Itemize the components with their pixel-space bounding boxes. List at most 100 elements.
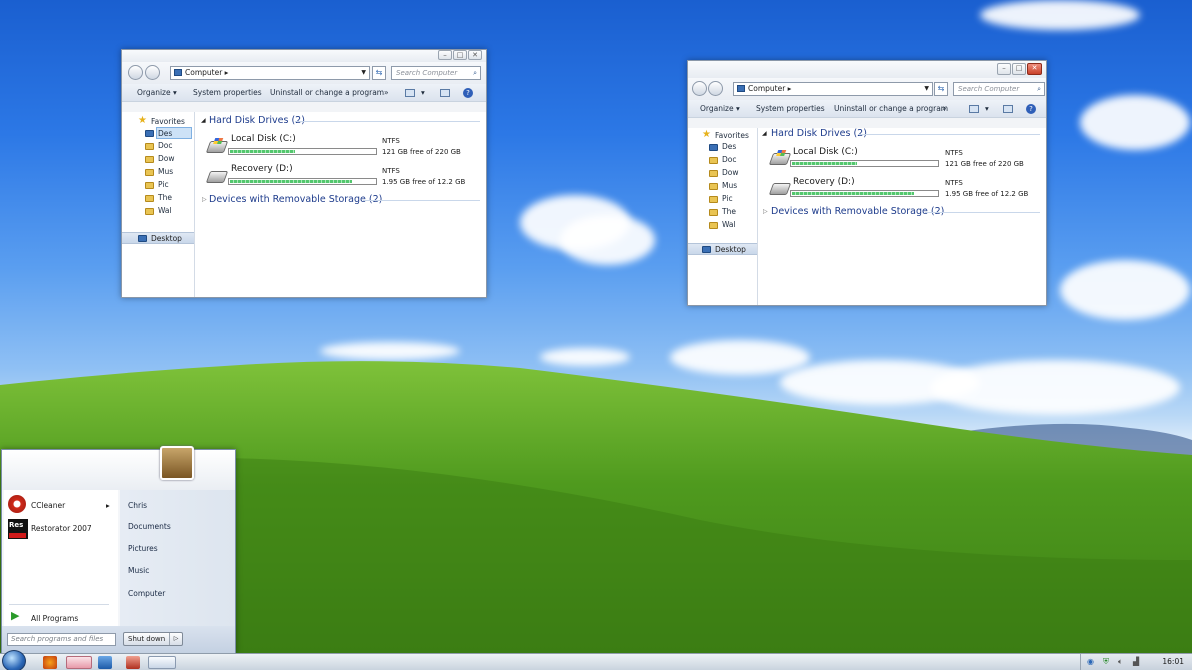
nav-item-wal[interactable]: Wal: [158, 205, 172, 217]
chevron-down-icon[interactable]: ▾: [985, 100, 989, 118]
favorites-link[interactable]: Favorites: [715, 131, 749, 140]
drive-c-icon[interactable]: [205, 141, 229, 153]
back-arrow-icon[interactable]: [692, 81, 707, 96]
explorer-task-icon[interactable]: [148, 656, 176, 669]
place-computer[interactable]: Computer: [128, 589, 165, 598]
start-search-input[interactable]: Search programs and files: [7, 633, 116, 646]
program-restorator[interactable]: Restorator 2007: [31, 524, 92, 533]
back-arrow-icon[interactable]: [128, 65, 143, 80]
chevron-down-icon[interactable]: ▼: [361, 67, 366, 79]
nav-item-mus[interactable]: Mus: [158, 166, 173, 178]
nav-item-des[interactable]: Des: [156, 127, 192, 139]
nav-item-pic[interactable]: Pic: [158, 179, 169, 191]
group-removable[interactable]: Devices with Removable Storage (2): [209, 194, 382, 205]
uninstall-button[interactable]: Uninstall or change a program: [270, 84, 384, 102]
start-button[interactable]: [2, 650, 26, 670]
nav-item-the[interactable]: The: [722, 206, 736, 218]
nav-item-the[interactable]: The: [158, 192, 172, 204]
uninstall-button[interactable]: Uninstall or change a program: [834, 100, 948, 118]
chevron-down-icon[interactable]: ▼: [924, 83, 929, 95]
program-ccleaner[interactable]: CCleaner: [31, 501, 65, 510]
chevron-down-icon[interactable]: ▾: [421, 84, 425, 102]
flower-app-icon[interactable]: [66, 656, 92, 669]
explorer-window-1[interactable]: – □ ✕ Computer ▸ ▼ ⇆ Search Computer ⌕ O…: [121, 49, 487, 298]
shutdown-button[interactable]: Shut down ▷: [123, 632, 183, 646]
drive-d-fs: NTFS: [945, 179, 963, 187]
group-hdd[interactable]: Hard Disk Drives (2): [771, 128, 867, 139]
title-bar[interactable]: – □ ✕: [122, 50, 486, 62]
all-programs-button[interactable]: All Programs: [31, 614, 78, 623]
desktop-nav-item[interactable]: Desktop: [688, 243, 757, 255]
nav-item-doc[interactable]: Doc: [158, 140, 173, 152]
submenu-arrow-icon[interactable]: ▸: [106, 501, 110, 510]
minimize-button[interactable]: –: [438, 50, 452, 60]
nav-item-wal[interactable]: Wal: [722, 219, 736, 231]
all-programs-arrow-icon[interactable]: ▶: [11, 609, 19, 622]
nav-item-dow[interactable]: Dow: [722, 167, 739, 179]
help-icon[interactable]: ?: [463, 88, 473, 98]
organize-button[interactable]: Organize ▾: [137, 84, 177, 102]
nav-item-mus[interactable]: Mus: [722, 180, 737, 192]
favorites-link[interactable]: Favorites: [151, 117, 185, 126]
view-options-icon[interactable]: [969, 105, 979, 113]
nav-item-doc[interactable]: Doc: [722, 154, 737, 166]
group-hdd[interactable]: Hard Disk Drives (2): [209, 115, 305, 126]
preview-pane-icon[interactable]: [1003, 105, 1013, 113]
title-bar[interactable]: – □ ✕: [688, 61, 1046, 78]
drive-c-icon[interactable]: [768, 153, 792, 165]
drive-d-icon[interactable]: [768, 183, 792, 195]
refresh-icon[interactable]: ⇆: [372, 66, 386, 80]
place-documents[interactable]: Documents: [128, 522, 171, 531]
close-button[interactable]: ✕: [1027, 63, 1042, 75]
desktop-nav-item[interactable]: Desktop: [122, 232, 194, 244]
organize-button[interactable]: Organize ▾: [700, 100, 740, 118]
search-icon[interactable]: ⌕: [473, 67, 477, 79]
help-icon[interactable]: ?: [1026, 104, 1036, 114]
drive-c-name[interactable]: Local Disk (C:): [793, 147, 858, 157]
drive-d-icon[interactable]: [205, 171, 229, 183]
forward-arrow-icon[interactable]: [145, 65, 160, 80]
drive-d-name[interactable]: Recovery (D:): [231, 164, 293, 174]
search-input[interactable]: Search Computer ⌕: [391, 66, 481, 80]
app-blue-icon[interactable]: [98, 656, 112, 669]
maximize-button[interactable]: □: [453, 50, 467, 60]
network-icon[interactable]: ◉: [1087, 657, 1094, 666]
expand-arrow-icon[interactable]: ▷: [763, 208, 768, 215]
forward-arrow-icon[interactable]: [708, 81, 723, 96]
place-music[interactable]: Music: [128, 566, 149, 575]
user-avatar[interactable]: [160, 446, 194, 480]
drive-d-name[interactable]: Recovery (D:): [793, 177, 855, 187]
volume-icon[interactable]: 🔈︎: [1118, 657, 1123, 667]
app-red-icon[interactable]: [126, 656, 140, 669]
signal-icon[interactable]: ▟: [1133, 657, 1139, 666]
system-properties-button[interactable]: System properties: [193, 84, 262, 102]
collapse-arrow-icon[interactable]: ◢: [762, 130, 767, 137]
more-button[interactable]: »: [384, 84, 389, 102]
minimize-button[interactable]: –: [997, 63, 1011, 75]
clock[interactable]: 16:01: [1162, 657, 1184, 666]
security-icon[interactable]: ⛨: [1103, 657, 1109, 667]
firefox-icon[interactable]: [43, 656, 57, 669]
nav-item-des[interactable]: Des: [722, 141, 736, 153]
group-removable[interactable]: Devices with Removable Storage (2): [771, 206, 944, 217]
place-pictures[interactable]: Pictures: [128, 544, 158, 553]
explorer-window-2[interactable]: – □ ✕ Computer ▸ ▼ ⇆ Search Computer ⌕ O…: [687, 60, 1047, 306]
search-icon[interactable]: ⌕: [1037, 83, 1041, 95]
nav-item-pic[interactable]: Pic: [722, 193, 733, 205]
shutdown-options-icon[interactable]: ▷: [169, 633, 182, 645]
system-properties-button[interactable]: System properties: [756, 100, 825, 118]
refresh-icon[interactable]: ⇆: [934, 82, 948, 96]
search-input[interactable]: Search Computer ⌕: [953, 82, 1045, 96]
collapse-arrow-icon[interactable]: ◢: [201, 117, 206, 124]
close-button[interactable]: ✕: [468, 50, 482, 60]
drive-c-name[interactable]: Local Disk (C:): [231, 134, 296, 144]
more-button[interactable]: »: [942, 100, 947, 118]
preview-pane-icon[interactable]: [440, 89, 450, 97]
address-bar[interactable]: Computer ▸ ▼: [170, 66, 370, 80]
view-options-icon[interactable]: [405, 89, 415, 97]
address-bar[interactable]: Computer ▸ ▼: [733, 82, 933, 96]
maximize-button[interactable]: □: [1012, 63, 1026, 75]
place-chris[interactable]: Chris: [128, 501, 147, 510]
expand-arrow-icon[interactable]: ▷: [202, 196, 207, 203]
nav-item-dow[interactable]: Dow: [158, 153, 175, 165]
